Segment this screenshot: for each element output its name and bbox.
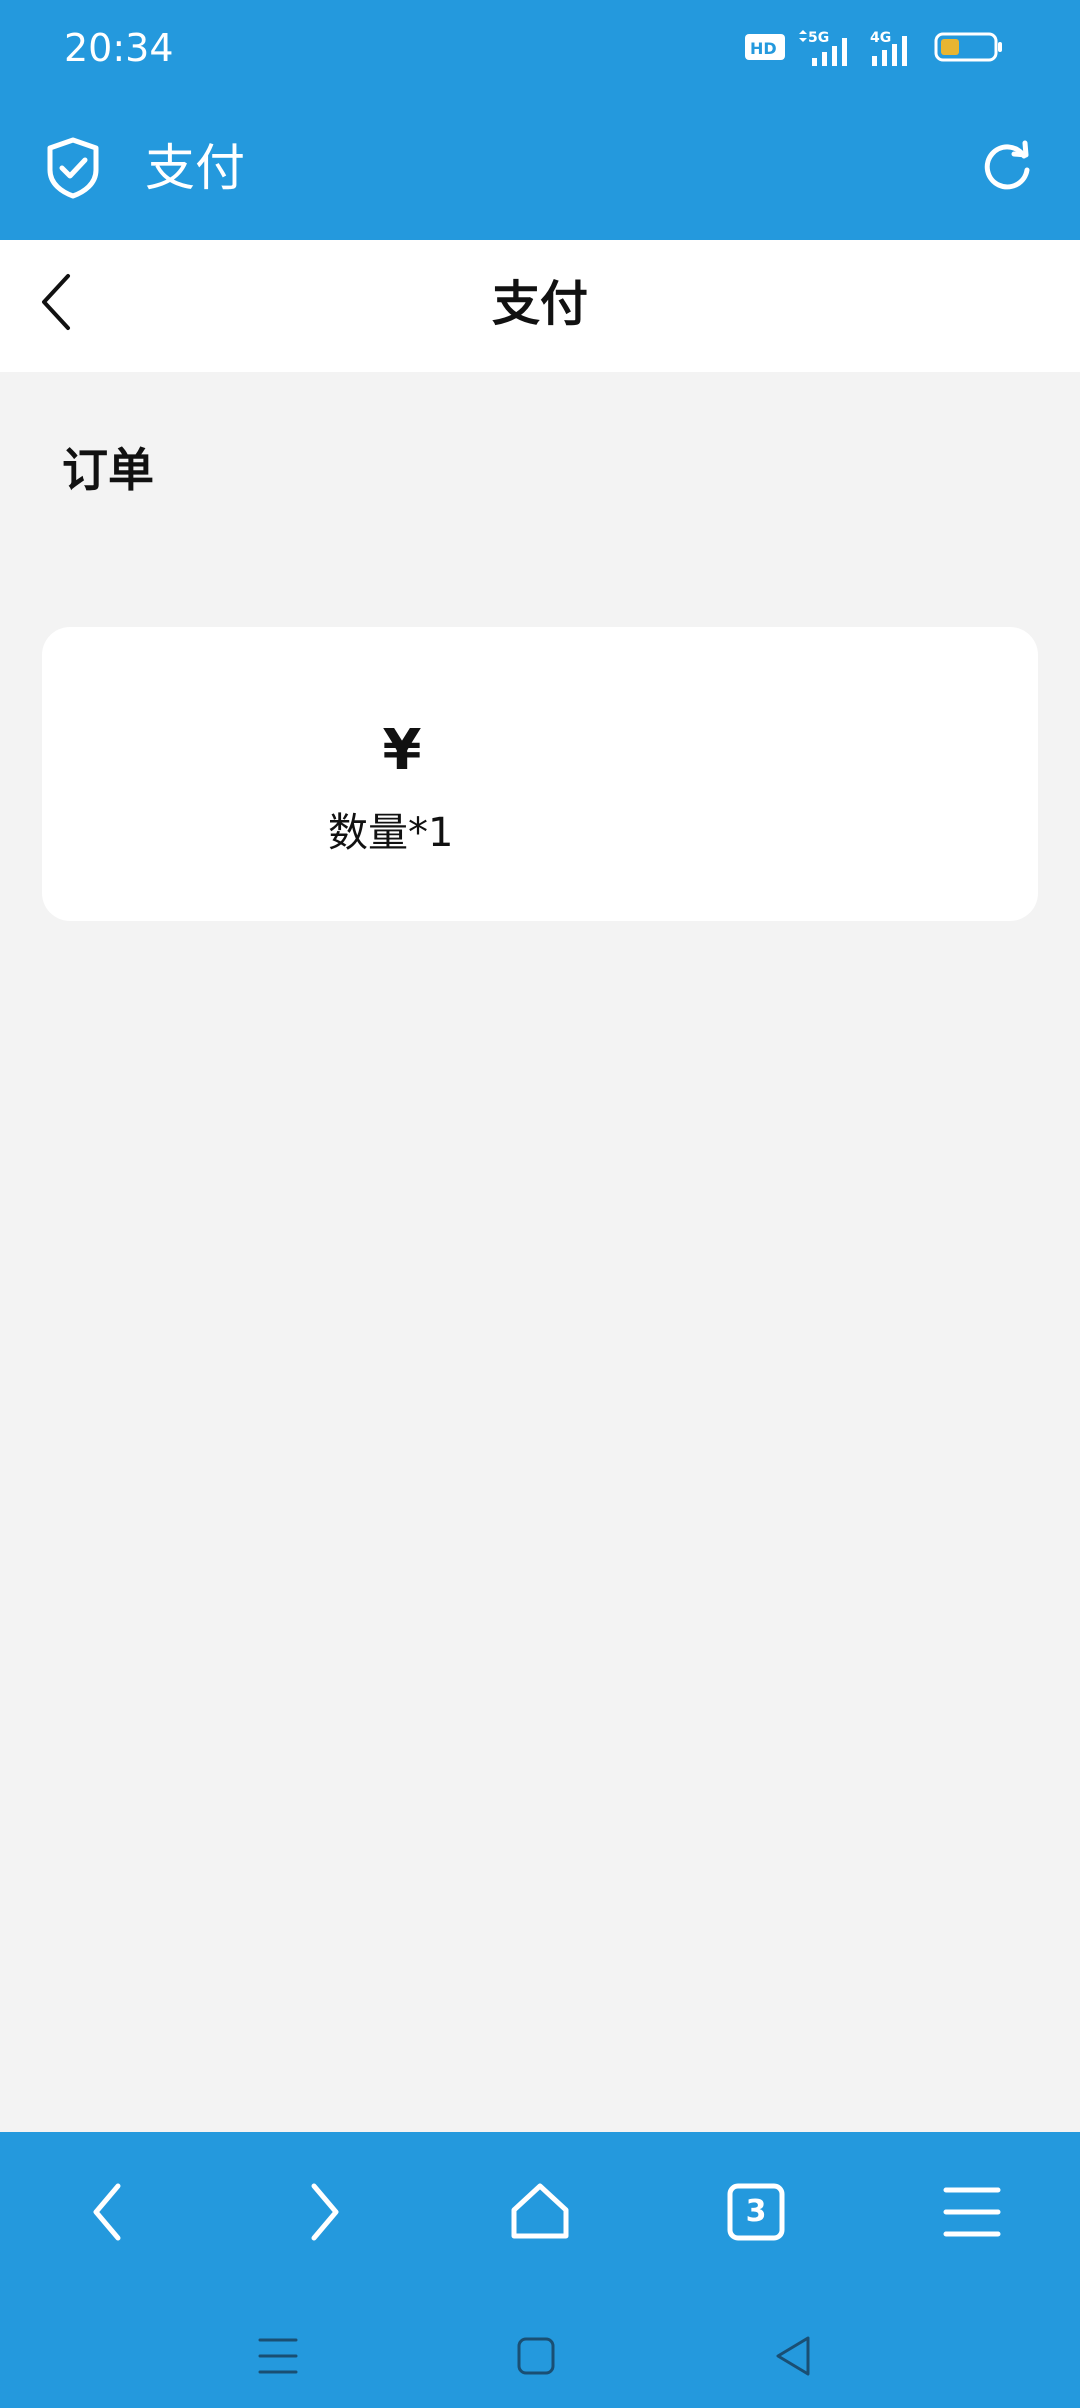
network-5g-label: 5G	[808, 30, 829, 46]
order-quantity: 数量*1	[328, 810, 454, 856]
hd-badge-text: HD	[750, 39, 777, 58]
network-4g-label: 4G	[870, 30, 891, 46]
status-time: 20:34	[64, 26, 174, 70]
top-bar: 20:34 HD 5G 4G 支付	[0, 0, 1080, 240]
back-triangle-icon[interactable]	[764, 2326, 824, 2386]
recents-icon[interactable]	[248, 2326, 308, 2386]
signal-5g-icon: 5G	[799, 30, 847, 66]
signal-4g-icon: 4G	[870, 30, 907, 66]
browser-toolbar: 3	[0, 2132, 1080, 2408]
screen: 20:34 HD 5G 4G 支付 支付 订单 ¥ 数量*1 3	[0, 0, 1080, 2408]
page-header: 支付	[0, 240, 1080, 372]
back-icon[interactable]	[68, 2172, 148, 2252]
page-title: 支付	[491, 276, 588, 332]
order-section-label: 订单	[62, 443, 154, 497]
tabs-count: 3	[745, 2194, 767, 2229]
status-icons: HD 5G 4G	[744, 28, 1004, 68]
hd-badge-icon: HD	[745, 34, 785, 60]
home-square-icon[interactable]	[506, 2326, 566, 2386]
home-icon[interactable]	[500, 2172, 580, 2252]
forward-icon[interactable]	[284, 2172, 364, 2252]
order-card[interactable]: ¥ 数量*1	[42, 627, 1038, 921]
battery-icon	[934, 32, 1002, 62]
refresh-icon[interactable]	[978, 138, 1036, 196]
order-price: ¥	[382, 718, 422, 783]
app-title: 支付	[145, 139, 245, 197]
tabs-icon[interactable]: 3	[716, 2172, 796, 2252]
menu-icon[interactable]	[932, 2172, 1012, 2252]
shield-check-icon[interactable]	[44, 136, 102, 200]
